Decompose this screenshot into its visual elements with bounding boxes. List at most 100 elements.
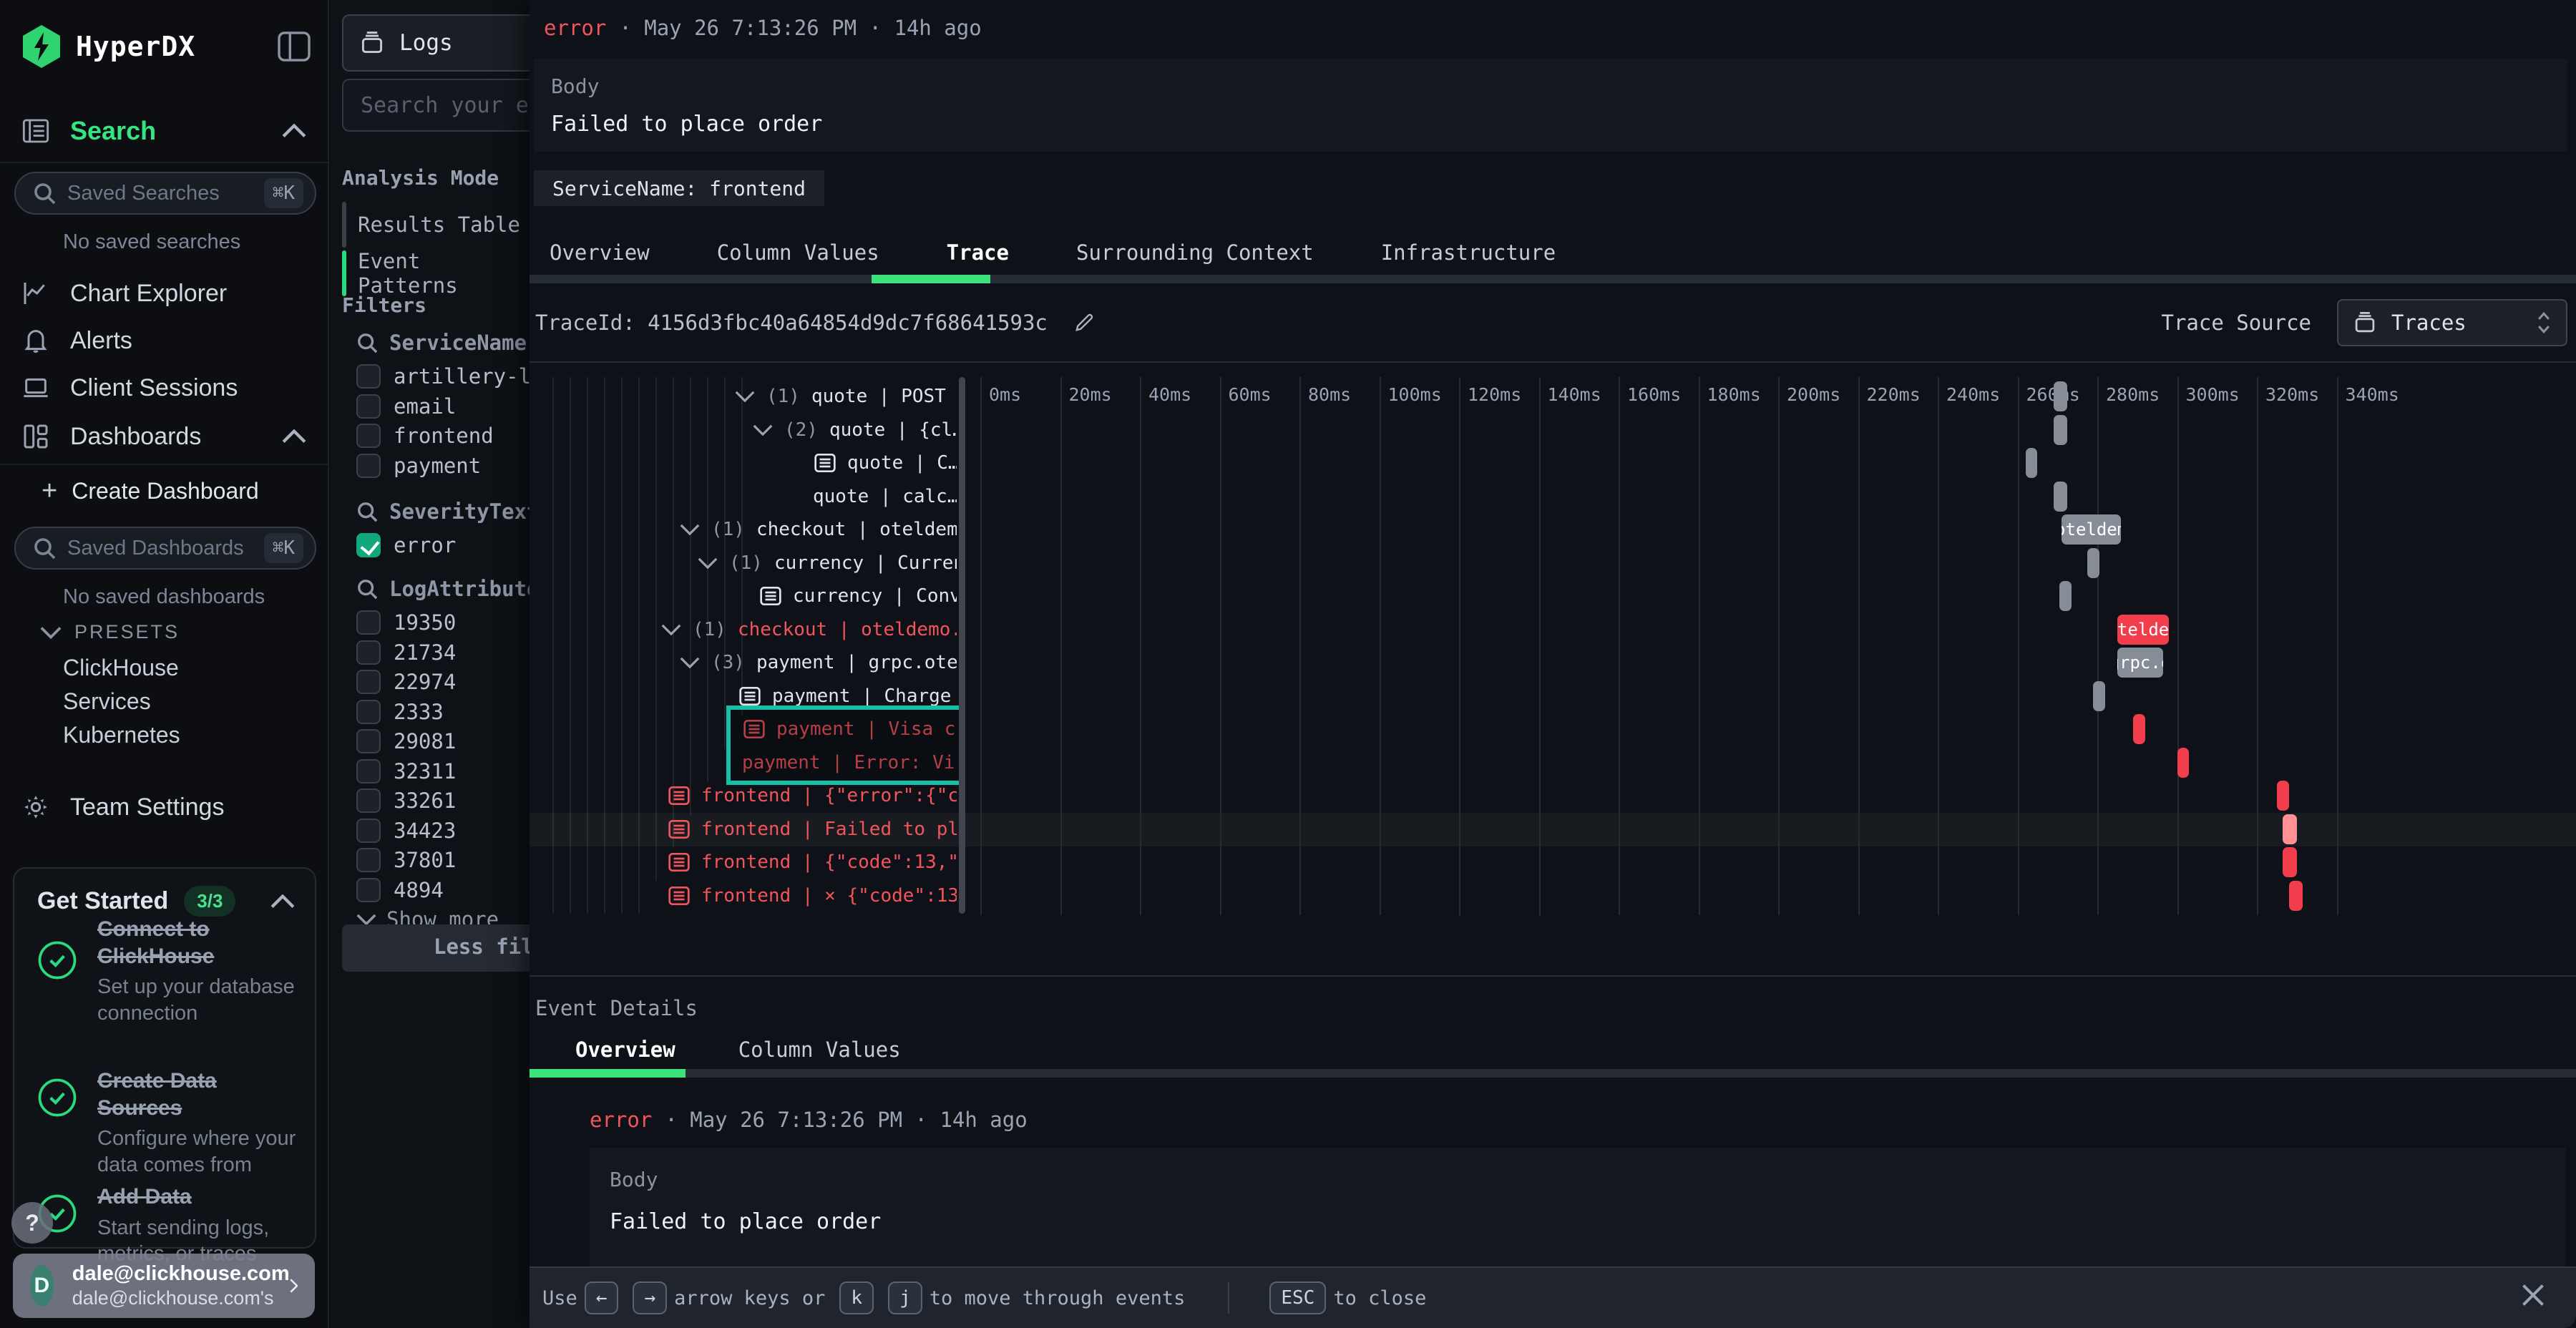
span-bar[interactable]: [2087, 548, 2099, 578]
checkbox[interactable]: [356, 878, 381, 902]
sidebar-item-search[interactable]: Search: [21, 114, 306, 147]
sidebar-item-chart-explorer[interactable]: Chart Explorer: [21, 278, 306, 309]
checkbox[interactable]: [356, 533, 381, 557]
span-bar[interactable]: oteldem: [2117, 615, 2169, 645]
filter-option-34423[interactable]: 34423: [356, 816, 456, 845]
span-tree-row[interactable]: (3)payment | grpc.oteld…: [680, 646, 957, 679]
chevron-down-icon[interactable]: [735, 391, 755, 402]
checkbox[interactable]: [356, 759, 381, 783]
filter-option-37801[interactable]: 37801: [356, 846, 456, 874]
create-dashboard-button[interactable]: + Create Dashboard: [42, 477, 259, 505]
span-tree-row[interactable]: currency | Conv…: [760, 580, 957, 612]
filter-option-21734[interactable]: 21734: [356, 638, 456, 667]
filter-option-4894[interactable]: 4894: [356, 876, 444, 904]
tab-column-values[interactable]: Column Values: [717, 240, 879, 265]
saved-searches-input[interactable]: Saved Searches ⌘K: [14, 172, 316, 215]
chevron-down-icon[interactable]: [680, 524, 700, 535]
span-bar[interactable]: [2054, 415, 2068, 445]
checkbox[interactable]: [356, 394, 381, 419]
get-started-step-sources[interactable]: Create Data Sources Configure where your…: [37, 1068, 301, 1178]
service-name-chip[interactable]: ServiceName: frontend: [534, 170, 824, 206]
span-tree-row[interactable]: (1)checkout | oteldemo.…: [680, 513, 957, 546]
collapse-sidebar-icon[interactable]: [278, 31, 311, 62]
tab-overview[interactable]: Overview: [550, 240, 650, 265]
span-bar[interactable]: [2093, 681, 2105, 711]
preset-kubernetes[interactable]: Kubernetes: [63, 722, 180, 748]
edit-pencil-icon[interactable]: [1072, 311, 1096, 335]
filter-option-19350[interactable]: 19350: [356, 608, 456, 637]
span-bar[interactable]: [2283, 847, 2297, 877]
saved-dashboards-input[interactable]: Saved Dashboards ⌘K: [14, 527, 316, 570]
filter-option-frontend[interactable]: frontend: [356, 421, 494, 450]
span-bar[interactable]: [2283, 814, 2297, 844]
checkbox[interactable]: [356, 364, 381, 389]
tab-surrounding-context[interactable]: Surrounding Context: [1076, 240, 1314, 265]
checkbox[interactable]: [356, 640, 381, 665]
span-tree-row[interactable]: (1)checkout | oteldemo.Pa…: [661, 613, 957, 646]
chevron-down-icon[interactable]: [753, 424, 773, 436]
span-tree-row[interactable]: (1)currency | Currenc…: [698, 547, 957, 580]
chevron-up-icon[interactable]: [270, 894, 295, 909]
span-bar[interactable]: [2059, 581, 2072, 611]
span-bar[interactable]: [2277, 781, 2289, 811]
span-bar[interactable]: [2177, 748, 2190, 778]
chevron-up-icon[interactable]: [282, 429, 306, 444]
span-bar[interactable]: [2289, 881, 2303, 911]
checkbox[interactable]: [356, 670, 381, 694]
span-bar[interactable]: [2026, 448, 2038, 478]
trace-source-select[interactable]: Traces: [2337, 299, 2567, 346]
filter-option-email[interactable]: email: [356, 392, 456, 421]
analysis-mode-results-table[interactable]: Results Table: [342, 202, 520, 248]
sidebar-item-client-sessions[interactable]: Client Sessions: [21, 372, 306, 404]
checkbox[interactable]: [356, 848, 381, 872]
span-bar[interactable]: [2054, 381, 2068, 411]
checkbox[interactable]: [356, 819, 381, 843]
tab-trace[interactable]: Trace: [947, 240, 1009, 265]
span-bar[interactable]: oteldem: [2062, 514, 2122, 545]
event-details-tab-column-values[interactable]: Column Values: [738, 1038, 901, 1062]
tab-infrastructure[interactable]: Infrastructure: [1381, 240, 1556, 265]
event-details-tab-overview[interactable]: Overview: [575, 1038, 675, 1062]
sidebar-item-dashboards[interactable]: Dashboards: [21, 421, 306, 452]
span-bar[interactable]: grpc.o: [2117, 648, 2163, 678]
chevron-down-icon[interactable]: [680, 657, 700, 668]
checkbox[interactable]: [356, 454, 381, 478]
span-bar[interactable]: [2054, 482, 2068, 512]
span-tree-row[interactable]: (1)quote | POST …: [735, 380, 957, 413]
span-tree-row[interactable]: (2)quote | {cl…: [753, 414, 957, 446]
filter-option-22974[interactable]: 22974: [356, 668, 456, 696]
close-drawer-button[interactable]: [2517, 1279, 2549, 1311]
chevron-down-icon[interactable]: [661, 624, 681, 635]
span-bar[interactable]: [2133, 714, 2145, 744]
span-tree-row[interactable]: frontend | {"code":13,"det…: [668, 846, 957, 879]
filter-option-32311[interactable]: 32311: [356, 757, 456, 786]
checkbox[interactable]: [356, 788, 381, 813]
waterfall-scrollbar[interactable]: [959, 377, 965, 914]
filter-option-2333[interactable]: 2333: [356, 698, 444, 726]
chevron-down-icon[interactable]: [698, 557, 718, 569]
span-tree-row[interactable]: frontend | × {"code":13,"d…: [668, 879, 957, 912]
filter-option-29081[interactable]: 29081: [356, 727, 456, 756]
get-started-step-connect[interactable]: Connect to ClickHouse Set up your databa…: [37, 916, 301, 1027]
checkbox[interactable]: [356, 729, 381, 753]
user-menu[interactable]: D dale@clickhouse.com dale@clickhouse.co…: [13, 1254, 315, 1318]
presets-toggle[interactable]: PRESETS: [40, 621, 180, 643]
help-button[interactable]: ?: [11, 1202, 53, 1244]
sidebar-item-alerts[interactable]: Alerts: [21, 325, 306, 356]
span-tree-row[interactable]: quote | C…: [814, 446, 957, 479]
checkbox[interactable]: [356, 700, 381, 724]
preset-services[interactable]: Services: [63, 688, 151, 715]
filter-option-payment[interactable]: payment: [356, 451, 481, 480]
span-tree-row[interactable]: quote | calc…: [813, 480, 957, 513]
analysis-mode-event-patterns[interactable]: Event Patterns: [342, 250, 530, 296]
preset-clickhouse[interactable]: ClickHouse: [63, 655, 179, 681]
span-tree-row[interactable]: frontend | Failed to place…: [668, 813, 957, 846]
app-title: HyperDX: [76, 31, 195, 62]
filter-option-artillery-loa[interactable]: artillery-loa: [356, 362, 556, 391]
chevron-up-icon[interactable]: [282, 124, 306, 138]
checkbox[interactable]: [356, 424, 381, 448]
filter-option-33261[interactable]: 33261: [356, 786, 456, 815]
sidebar-item-team-settings[interactable]: Team Settings: [21, 791, 306, 823]
filter-option-error[interactable]: error: [356, 531, 456, 560]
checkbox[interactable]: [356, 610, 381, 635]
